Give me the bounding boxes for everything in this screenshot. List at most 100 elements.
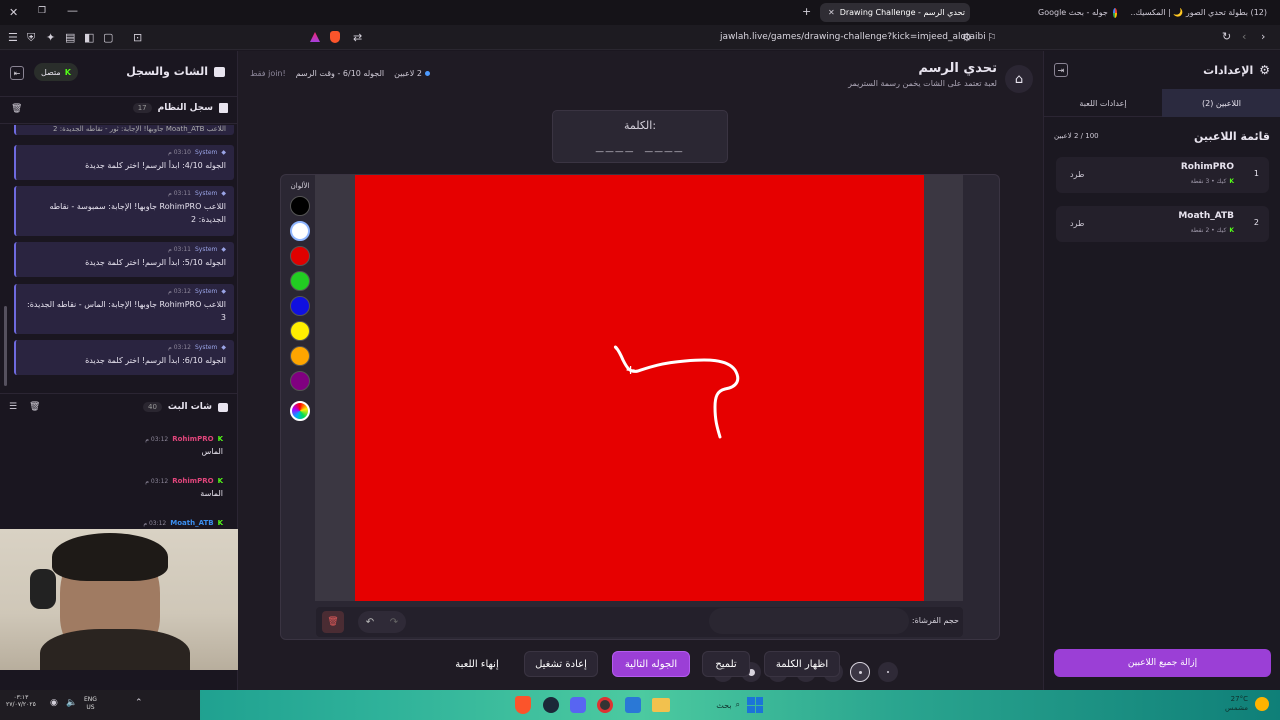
chat-time: 03:12 م	[145, 435, 169, 443]
chat-message: K RohimPRO 03:12 م الماس	[145, 435, 223, 456]
trash-icon[interactable]: 🗑	[11, 104, 22, 114]
forward-icon[interactable]: ›	[1261, 30, 1265, 43]
tab-label: Drawing Challenge - تحدي الرسم	[839, 8, 965, 17]
player-name: RohimPRO	[1180, 162, 1234, 172]
color-swatch[interactable]	[290, 321, 310, 341]
log-time: 03:12 م	[168, 344, 191, 351]
discord-icon[interactable]	[570, 697, 586, 713]
menu-icon[interactable]: ☰	[8, 31, 18, 44]
kick-icon: K	[217, 435, 223, 443]
next-round-button[interactable]: الجوله التالية	[612, 651, 690, 677]
kick-icon: K	[1229, 178, 1234, 185]
player-rank: 1	[1253, 169, 1259, 178]
close-window-icon[interactable]: ✕	[9, 6, 18, 19]
tab-drawing-challenge[interactable]: ✕ Drawing Challenge - تحدي الرسم	[820, 3, 970, 22]
brush-size-xxs[interactable]	[878, 662, 898, 682]
log-text: اللاعب Moath_ATB جاوبها! الإجابة: ثور - …	[53, 125, 226, 133]
tabs-icon[interactable]: ▤	[65, 31, 75, 44]
undo-redo-group: ↶ ↷	[358, 611, 406, 633]
color-swatch[interactable]	[290, 271, 310, 291]
color-swatch[interactable]	[290, 296, 310, 316]
file-explorer-icon[interactable]	[652, 698, 670, 712]
hint-button[interactable]: تلميح	[702, 651, 750, 677]
tab-youtube[interactable]: (12) بطولة تحدي الصور 🌙 | المكسيك...	[1130, 3, 1280, 22]
show-word-button[interactable]: اظهار الكلمة	[764, 651, 840, 677]
color-swatch[interactable]	[290, 196, 310, 216]
extensions-icon[interactable]: ✦	[46, 31, 55, 44]
end-game-button[interactable]: إنهاء اللعبة	[440, 651, 514, 677]
chat-username[interactable]: Moath_ATB	[170, 519, 213, 527]
volume-icon[interactable]: 🔈	[66, 698, 77, 708]
filter-icon[interactable]: ☰	[9, 402, 17, 412]
system-log-list[interactable]: اللاعب Moath_ATB جاوبها! الإجابة: ثور - …	[0, 125, 238, 385]
site-settings-icon[interactable]: ⚙	[962, 31, 972, 44]
weather-widget[interactable]: 27°C مشمس	[1225, 695, 1248, 713]
kick-icon: K	[64, 67, 71, 77]
screenshot-icon[interactable]: ⊡	[133, 31, 142, 44]
chat-text: الماس	[201, 447, 224, 456]
home-icon: ⌂	[1014, 71, 1024, 87]
custom-color-picker[interactable]	[290, 401, 310, 421]
log-sender: System	[195, 288, 218, 295]
collapse-panel-icon[interactable]: ⇤	[10, 66, 24, 80]
replay-button[interactable]: إعادة تشغيل	[524, 651, 598, 677]
taskbar-search[interactable]: ⌕ بحث	[680, 695, 740, 715]
store-icon[interactable]	[625, 697, 641, 713]
system-log-count: 17	[132, 103, 152, 113]
steam-icon[interactable]	[543, 697, 559, 713]
tab-game-settings[interactable]: إعدادات اللعبة	[1044, 89, 1162, 117]
share-icon[interactable]: ⇄	[353, 31, 362, 44]
collapse-panel-icon[interactable]: ⇥	[1054, 63, 1068, 77]
windows-start-icon[interactable]	[747, 697, 763, 713]
chat-username[interactable]: RohimPRO	[172, 435, 213, 443]
chevron-up-icon[interactable]: ⌃	[135, 698, 143, 708]
brave-shield-icon[interactable]	[330, 31, 340, 43]
new-tab-icon[interactable]: +	[802, 5, 811, 18]
history-icon[interactable]: ▢	[103, 31, 113, 44]
redo-icon[interactable]: ↷	[390, 617, 398, 628]
color-swatch[interactable]	[290, 371, 310, 391]
sun-icon	[1255, 697, 1269, 711]
restore-window-icon[interactable]: ❐	[38, 6, 46, 16]
system-clock[interactable]: ٠٣:١٣ ٢٧/٠٧/٢٠٢٥	[6, 694, 36, 708]
tab-players[interactable]: اللاعبين (2)	[1162, 89, 1280, 117]
search-icon: ⌕	[735, 700, 740, 709]
log-sender: System	[195, 149, 218, 156]
notification-icon[interactable]: ◉	[50, 698, 58, 708]
home-button[interactable]: ⌂	[1005, 65, 1033, 93]
kick-player-button[interactable]: طرد	[1070, 170, 1084, 179]
bookmark-icon[interactable]: ⚐	[987, 31, 997, 44]
panel-title-text: الشات والسجل	[126, 65, 208, 78]
log-scrollbar[interactable]	[4, 306, 7, 386]
trash-icon[interactable]: 🗑	[29, 402, 40, 412]
color-swatch[interactable]	[290, 221, 310, 241]
language-indicator[interactable]: ENG US	[84, 696, 97, 712]
reload-icon[interactable]: ↻	[1222, 30, 1231, 43]
sidebar-icon[interactable]: ◧	[84, 31, 94, 44]
drawing-canvas[interactable]: ✛	[355, 175, 924, 601]
lang-code: ENG	[84, 696, 97, 703]
chat-username[interactable]: RohimPRO	[172, 477, 213, 485]
remove-all-players-button[interactable]: إزالة جميع اللاعبين	[1054, 649, 1271, 677]
clear-canvas-button[interactable]: 🗑	[322, 611, 344, 633]
word-box: الكلمة: ____ ____	[552, 110, 728, 163]
headphone-icon	[30, 569, 56, 609]
minimize-window-icon[interactable]: —	[67, 4, 78, 17]
brave-rewards-icon[interactable]	[310, 32, 320, 42]
obs-icon[interactable]	[597, 697, 613, 713]
brave-taskbar-icon[interactable]	[515, 696, 531, 714]
back-icon[interactable]: ‹	[1242, 30, 1246, 43]
color-swatch[interactable]	[290, 246, 310, 266]
brush-size-selected[interactable]	[850, 662, 870, 682]
shield-icon[interactable]: ⛨	[27, 31, 35, 45]
log-time: 03:12 م	[168, 288, 191, 295]
color-swatch[interactable]	[290, 346, 310, 366]
kick-player-button[interactable]: طرد	[1070, 219, 1084, 228]
url-field[interactable]: jawlah.live/games/drawing-challenge?kick…	[720, 32, 986, 42]
close-tab-icon[interactable]: ✕	[828, 8, 835, 17]
undo-icon[interactable]: ↶	[366, 617, 374, 628]
tab-google-search[interactable]: جوله - بحث Google	[1030, 3, 1125, 22]
verified-icon: ◆	[221, 149, 226, 156]
player-row: 2 Moath_ATB K كيك • 2 نقطة طرد	[1056, 206, 1269, 242]
weather-temp: 27°C	[1230, 695, 1248, 703]
